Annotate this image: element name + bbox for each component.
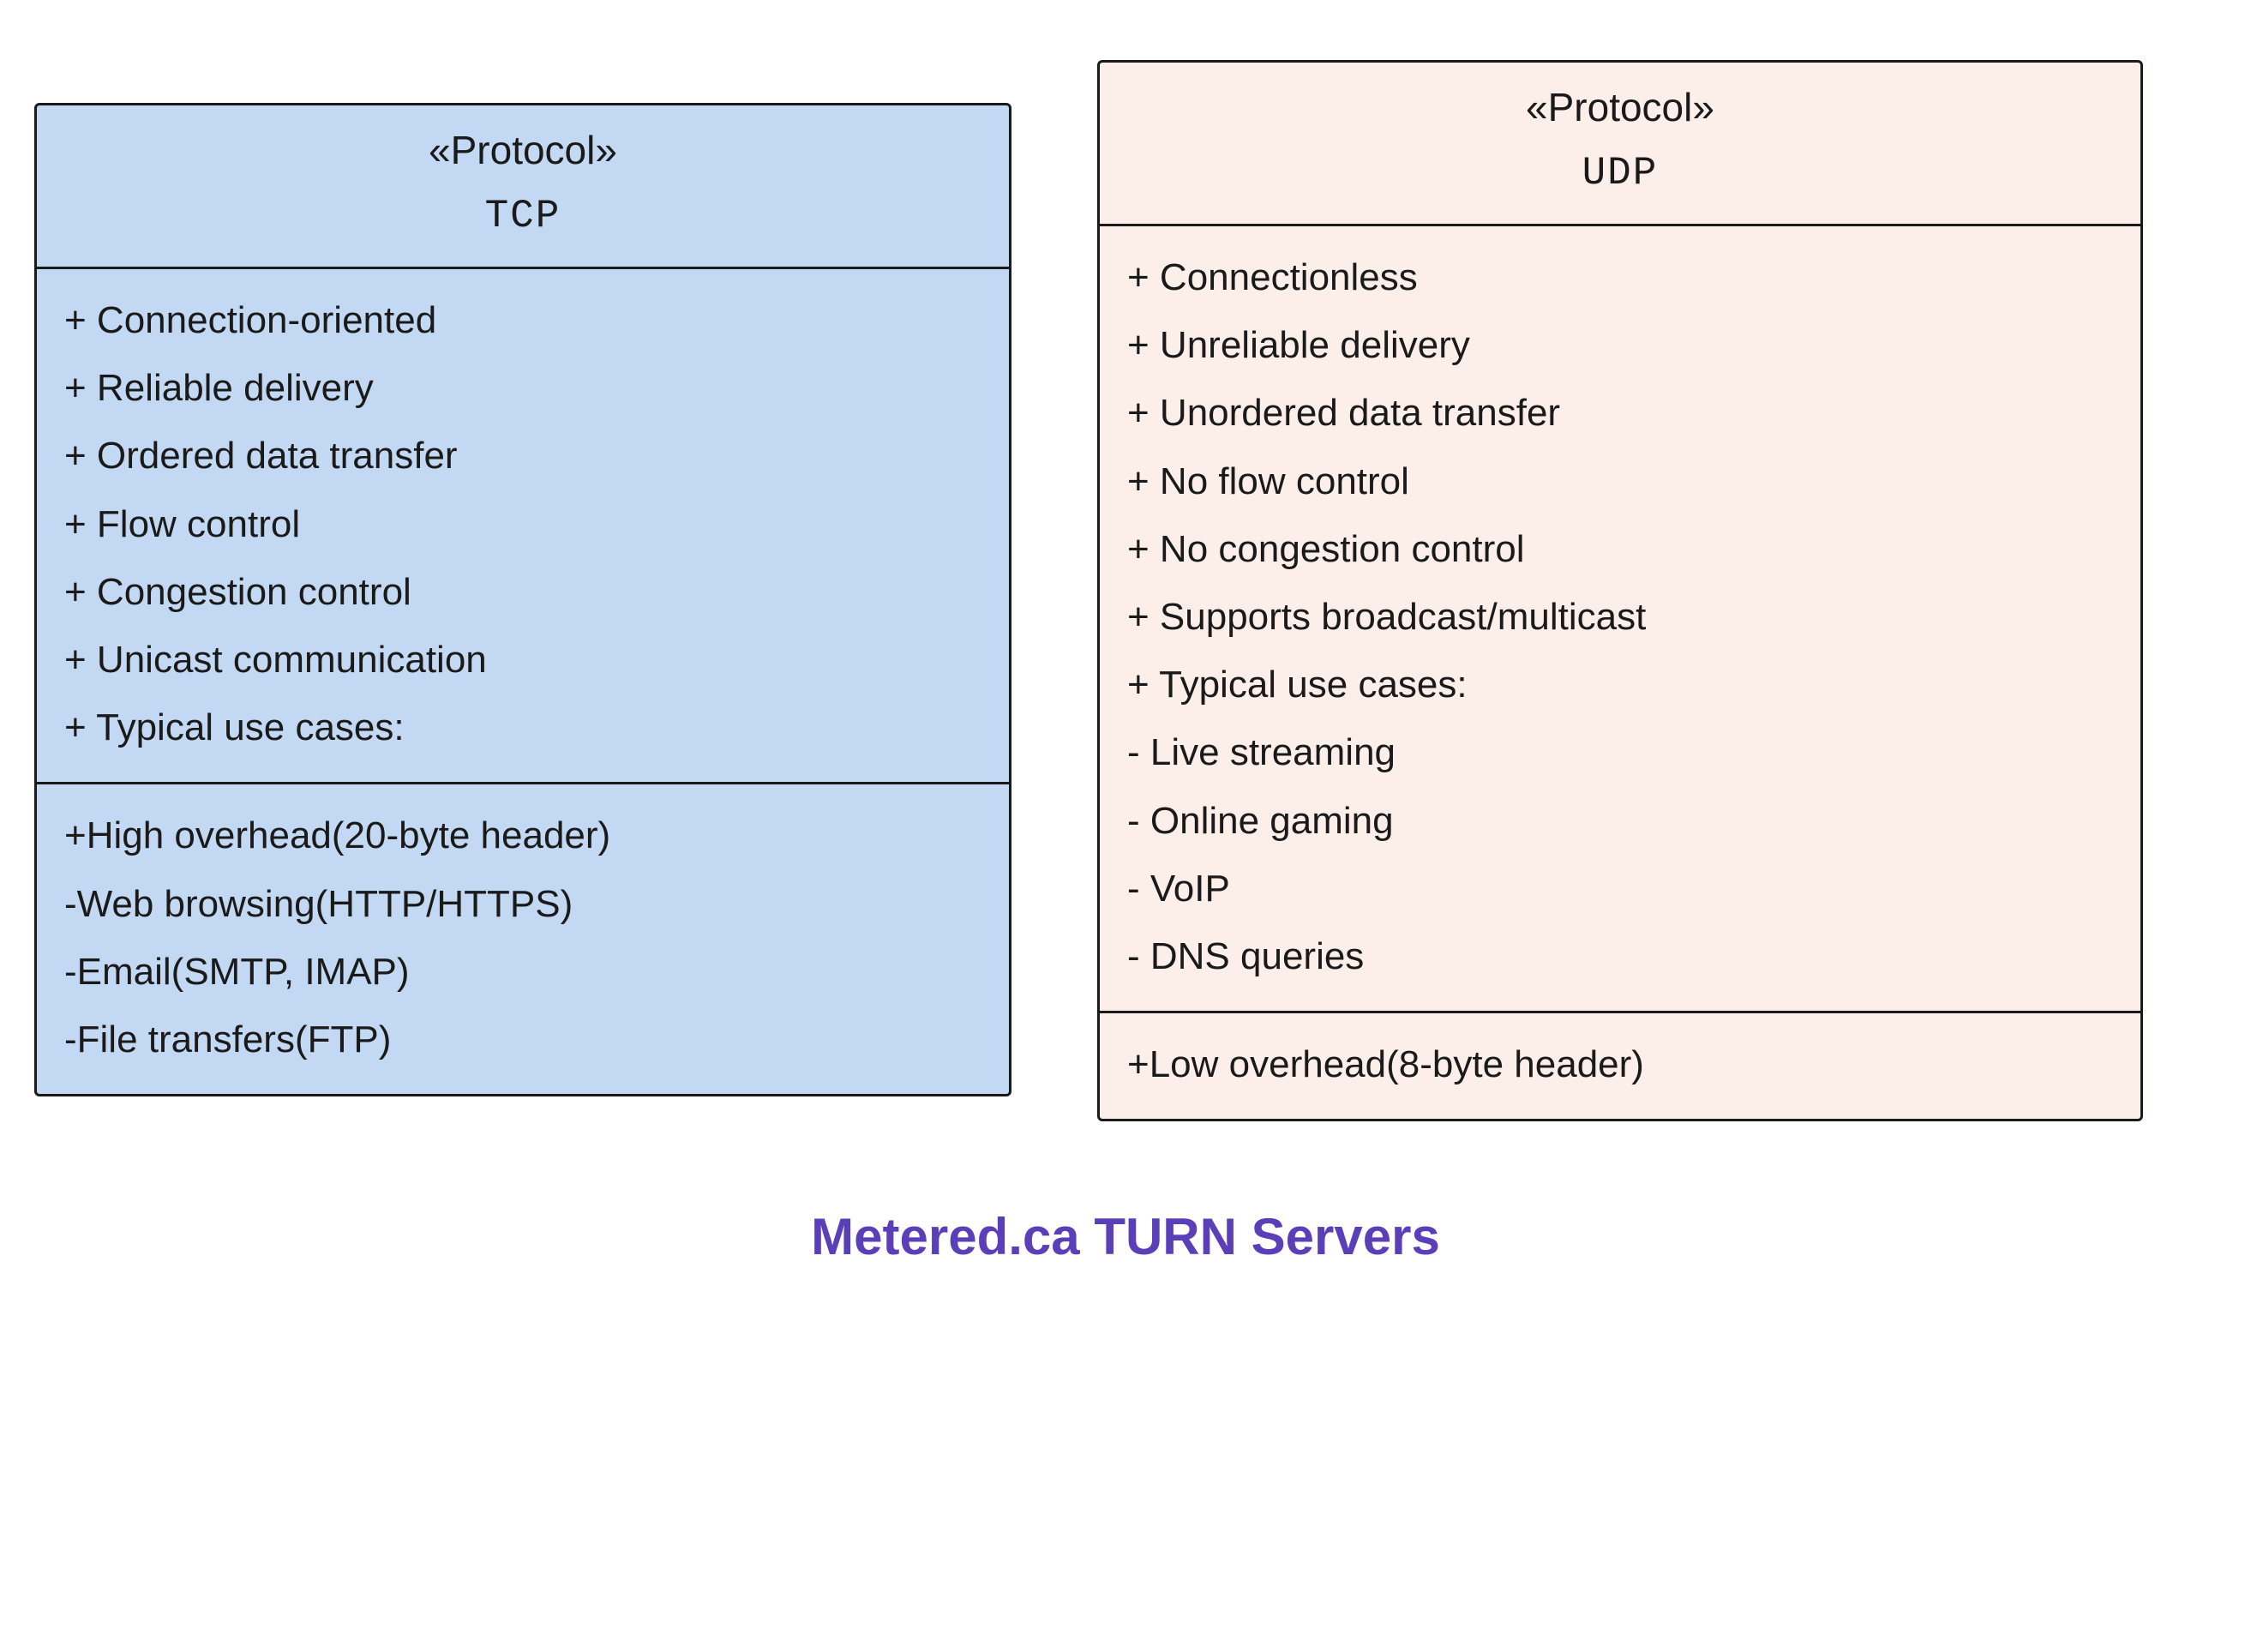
udp-stereotype: «Protocol» [1117, 78, 2123, 137]
udp-attributes: + Connectionless + Unreliable delivery +… [1100, 226, 2140, 1011]
udp-attr-item: + Supports broadcast/multicast [1127, 583, 2113, 651]
diagram-container: «Protocol» TCP + Connection-oriented + R… [26, 34, 2225, 1147]
udp-header: «Protocol» UDP [1100, 63, 2140, 226]
tcp-attr-item: + Reliable delivery [64, 354, 981, 422]
udp-attr-item: - Live streaming [1127, 718, 2113, 786]
udp-protocol-box: «Protocol» UDP + Connectionless + Unreli… [1097, 60, 2143, 1121]
tcp-header: «Protocol» TCP [37, 105, 1009, 269]
tcp-attr-item: + Flow control [64, 490, 981, 558]
udp-attr-item: - DNS queries [1127, 922, 2113, 990]
udp-attr-item: + Typical use cases: [1127, 651, 2113, 718]
tcp-attributes: + Connection-oriented + Reliable deliver… [37, 269, 1009, 782]
udp-name: UDP [1117, 144, 2123, 203]
udp-operations: +Low overhead(8-byte header) [1100, 1011, 2140, 1119]
udp-attr-item: + No flow control [1127, 448, 2113, 515]
tcp-attr-item: + Congestion control [64, 558, 981, 626]
udp-attr-item: - Online gaming [1127, 787, 2113, 855]
tcp-name: TCP [54, 187, 992, 246]
tcp-op-item: -Email(SMTP, IMAP) [64, 938, 981, 1006]
udp-attr-item: - VoIP [1127, 855, 2113, 922]
tcp-protocol-box: «Protocol» TCP + Connection-oriented + R… [34, 103, 1011, 1096]
tcp-op-item: -Web browsing(HTTP/HTTPS) [64, 870, 981, 938]
tcp-attr-item: + Ordered data transfer [64, 422, 981, 490]
tcp-op-item: +High overhead(20-byte header) [64, 802, 981, 869]
footer-caption: Metered.ca TURN Servers [26, 1207, 2225, 1266]
udp-attr-item: + Unreliable delivery [1127, 311, 2113, 379]
tcp-attr-item: + Unicast communication [64, 626, 981, 694]
tcp-stereotype: «Protocol» [54, 121, 992, 180]
udp-attr-item: + Connectionless [1127, 243, 2113, 311]
tcp-operations: +High overhead(20-byte header) -Web brow… [37, 782, 1009, 1094]
udp-op-item: +Low overhead(8-byte header) [1127, 1030, 2113, 1098]
tcp-attr-item: + Connection-oriented [64, 286, 981, 354]
tcp-op-item: -File transfers(FTP) [64, 1006, 981, 1073]
udp-attr-item: + No congestion control [1127, 515, 2113, 583]
udp-attr-item: + Unordered data transfer [1127, 379, 2113, 447]
tcp-attr-item: + Typical use cases: [64, 694, 981, 761]
